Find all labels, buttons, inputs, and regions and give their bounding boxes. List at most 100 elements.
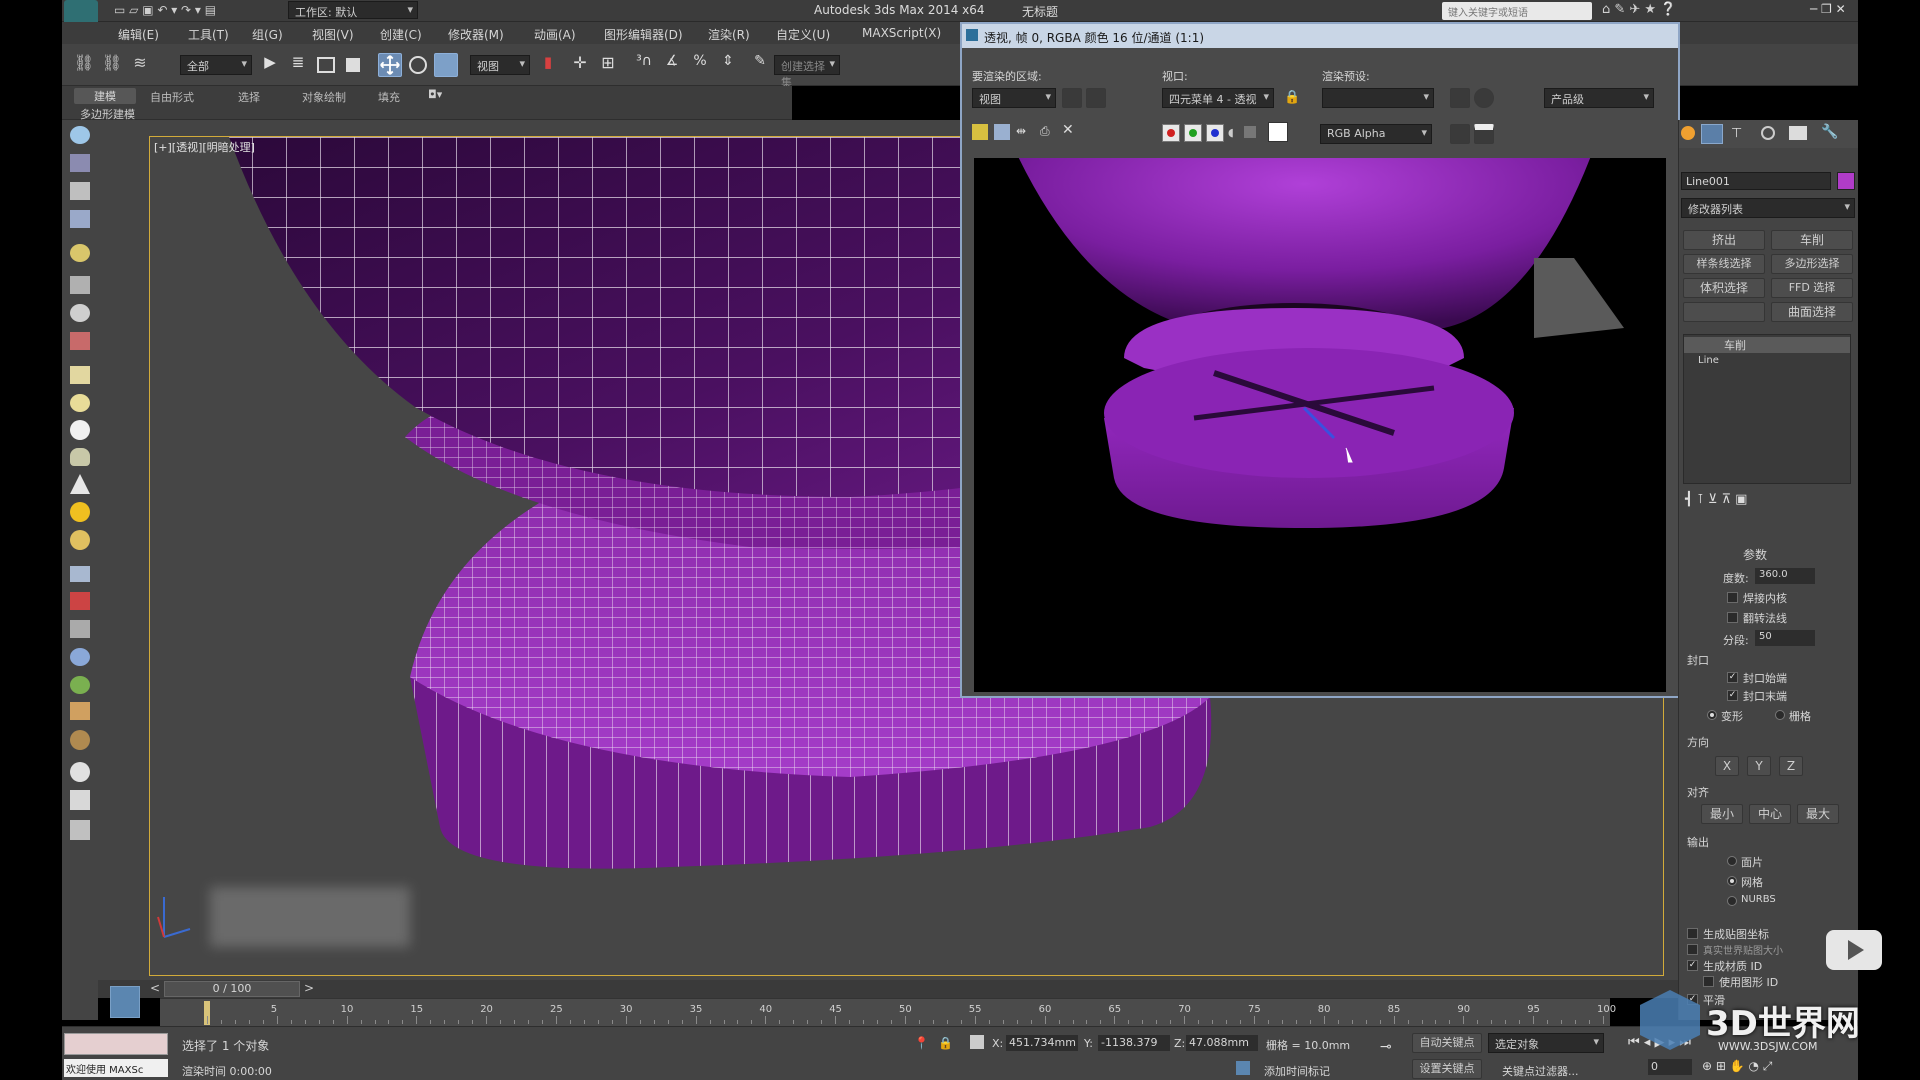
menu-item-views[interactable]: 视图(V) [312, 26, 354, 43]
tool-icon-1[interactable] [70, 126, 90, 144]
dir-z-button[interactable]: Z [1779, 756, 1803, 776]
set-key-mode-icon[interactable]: ⊸ [1380, 1039, 1392, 1055]
time-slider-next[interactable]: > [304, 981, 314, 995]
menu-item-graph-editors[interactable]: 图形编辑器(D) [604, 26, 683, 43]
mod-btn-vol-select[interactable]: 体积选择 [1683, 278, 1765, 298]
abs-mode-icon[interactable] [970, 1035, 984, 1049]
modify-tab-icon[interactable] [1701, 124, 1723, 144]
print-icon[interactable]: ⎙ [1040, 124, 1050, 139]
object-name-field[interactable]: Line001 [1681, 172, 1831, 190]
flip-normals-checkbox[interactable] [1727, 612, 1738, 623]
selection-filter-dropdown[interactable]: 全部 [180, 55, 252, 75]
add-time-tag-icon[interactable] [1236, 1061, 1250, 1075]
menu-item-tools[interactable]: 工具(T) [188, 26, 229, 43]
mod-btn-surface-select[interactable]: 曲面选择 [1771, 302, 1853, 322]
env-effects-icon[interactable] [1474, 88, 1494, 108]
isolate-icon[interactable]: 📍 [914, 1036, 929, 1050]
quick-access-icons[interactable]: ▭ ▱ ▣ ↶ ▾ ↷ ▾ ▤ [114, 3, 284, 19]
welcome-text[interactable]: 欢迎使用 MAXSc [64, 1059, 168, 1077]
tool-icon-4[interactable] [70, 210, 90, 228]
auto-region-icon[interactable] [1086, 88, 1106, 108]
stack-item-lathe[interactable]: 车削 [1684, 337, 1850, 353]
box-icon[interactable] [70, 366, 90, 384]
blue-channel-button[interactable] [1206, 124, 1224, 142]
align-center-button[interactable]: 中心 [1749, 804, 1791, 824]
params-title[interactable]: 参数 [1743, 546, 1767, 563]
mod-btn-lathe[interactable]: 车削 [1771, 230, 1853, 250]
weld-core-checkbox[interactable] [1727, 592, 1738, 603]
keyboard-shortcut-icon[interactable]: ⊞ [596, 53, 620, 77]
cap-start-checkbox[interactable]: ✓ [1727, 672, 1738, 683]
rotate-icon[interactable] [406, 53, 430, 77]
z-value[interactable]: 47.088mm [1186, 1035, 1258, 1051]
window-controls[interactable]: ─ ❐ ✕ [1810, 2, 1846, 16]
output-mesh-radio[interactable] [1727, 876, 1737, 886]
snaps-toggle-icon[interactable]: ³∩ [632, 53, 656, 77]
move-icon[interactable] [378, 53, 402, 77]
menu-item-rendering[interactable]: 渲染(R) [708, 26, 750, 43]
set-key-button[interactable]: 设置关键点 [1412, 1059, 1482, 1079]
maxscript-mini-listener[interactable] [64, 1033, 168, 1055]
rect-selection-icon[interactable] [314, 53, 338, 77]
morph-radio[interactable] [1707, 710, 1717, 720]
tool-icon-2[interactable] [70, 154, 90, 172]
real-world-checkbox[interactable] [1687, 944, 1698, 955]
teapot-icon[interactable] [70, 448, 90, 466]
geosphere-icon[interactable] [70, 420, 90, 440]
x-value[interactable]: 451.734mm [1006, 1035, 1078, 1051]
gen-map-coords-checkbox[interactable] [1687, 928, 1698, 939]
stack-item-line[interactable]: Line [1684, 355, 1850, 371]
toggle-ui-icon[interactable] [1474, 124, 1494, 144]
grid-radio[interactable] [1775, 710, 1785, 720]
ribbon-tab-modeling[interactable]: 建模 [74, 88, 136, 104]
output-patch-radio[interactable] [1727, 856, 1737, 866]
tool-icon-3[interactable] [70, 182, 90, 200]
ribbon-tab-freeform[interactable]: 自由形式 [150, 89, 194, 105]
time-slider-prev[interactable]: < [150, 981, 160, 995]
rendered-image[interactable] [974, 158, 1666, 692]
viewport-label[interactable]: [+][透视][明暗处理] [154, 139, 255, 155]
render-window-titlebar[interactable]: 透视, 帧 0, RGBA 颜色 16 位/通道 (1:1) [962, 24, 1678, 48]
object-color-swatch[interactable] [1837, 172, 1855, 190]
clear-icon[interactable]: ✕ [1062, 122, 1074, 138]
ribbon-tab-populate[interactable]: 填充 [378, 89, 400, 105]
disc-icon[interactable] [70, 530, 90, 550]
alpha-channel-icon[interactable]: ◖ [1228, 126, 1234, 139]
render-mode-dropdown[interactable]: 产品级 [1544, 88, 1654, 108]
bg-swatch[interactable] [1268, 122, 1288, 142]
mod-btn-empty[interactable] [1683, 302, 1765, 322]
ribbon-toggle-icon[interactable]: ◘▾ [428, 88, 442, 101]
named-selection-field[interactable]: 创建选择集 [774, 55, 840, 89]
mini-curve-toggle-icon[interactable] [110, 986, 140, 1018]
window-crossing-icon[interactable] [342, 53, 366, 77]
copy-image-icon[interactable] [994, 124, 1010, 140]
tool-icon-13[interactable] [70, 702, 90, 720]
mono-icon[interactable] [1244, 126, 1256, 138]
tool-icon-5[interactable] [70, 244, 90, 262]
tool-icon-6[interactable] [70, 276, 90, 294]
tool-icon-7[interactable] [70, 304, 90, 322]
tool-icon-8[interactable] [70, 332, 90, 350]
edit-region-icon[interactable] [1062, 88, 1082, 108]
search-input[interactable]: 键入关键字或短语 [1442, 2, 1592, 20]
display-tab-icon[interactable] [1789, 126, 1807, 140]
degrees-spinner[interactable]: 360.0 [1755, 568, 1815, 584]
tool-icon-15[interactable] [70, 762, 90, 782]
modifier-list-dropdown[interactable]: 修改器列表 [1681, 198, 1855, 218]
tool-icon-9[interactable] [70, 566, 90, 582]
menu-item-create[interactable]: 创建(C) [380, 26, 422, 43]
scale-icon[interactable] [434, 53, 458, 77]
render-setup-icon[interactable] [1450, 88, 1470, 108]
pivot-center-icon[interactable]: ▮ [536, 53, 560, 77]
frame-field[interactable]: 0 [1648, 1059, 1692, 1075]
ribbon-tab-selection[interactable]: 选择 [238, 89, 260, 105]
selection-lock-icon[interactable]: 🔒 [938, 1036, 953, 1050]
video-play-icon[interactable] [1826, 930, 1882, 970]
motion-tab-icon[interactable] [1761, 126, 1775, 140]
align-max-button[interactable]: 最大 [1797, 804, 1839, 824]
tool-icon-16[interactable] [70, 790, 90, 810]
segments-spinner[interactable]: 50 [1755, 630, 1815, 646]
add-time-tag[interactable]: 添加时间标记 [1264, 1063, 1330, 1079]
hierarchy-tab-icon[interactable]: ⊤ [1731, 126, 1742, 141]
viewport-nav-icons[interactable]: ⊕ ⊞ ✋ ◔ ⤢ [1702, 1059, 1772, 1074]
